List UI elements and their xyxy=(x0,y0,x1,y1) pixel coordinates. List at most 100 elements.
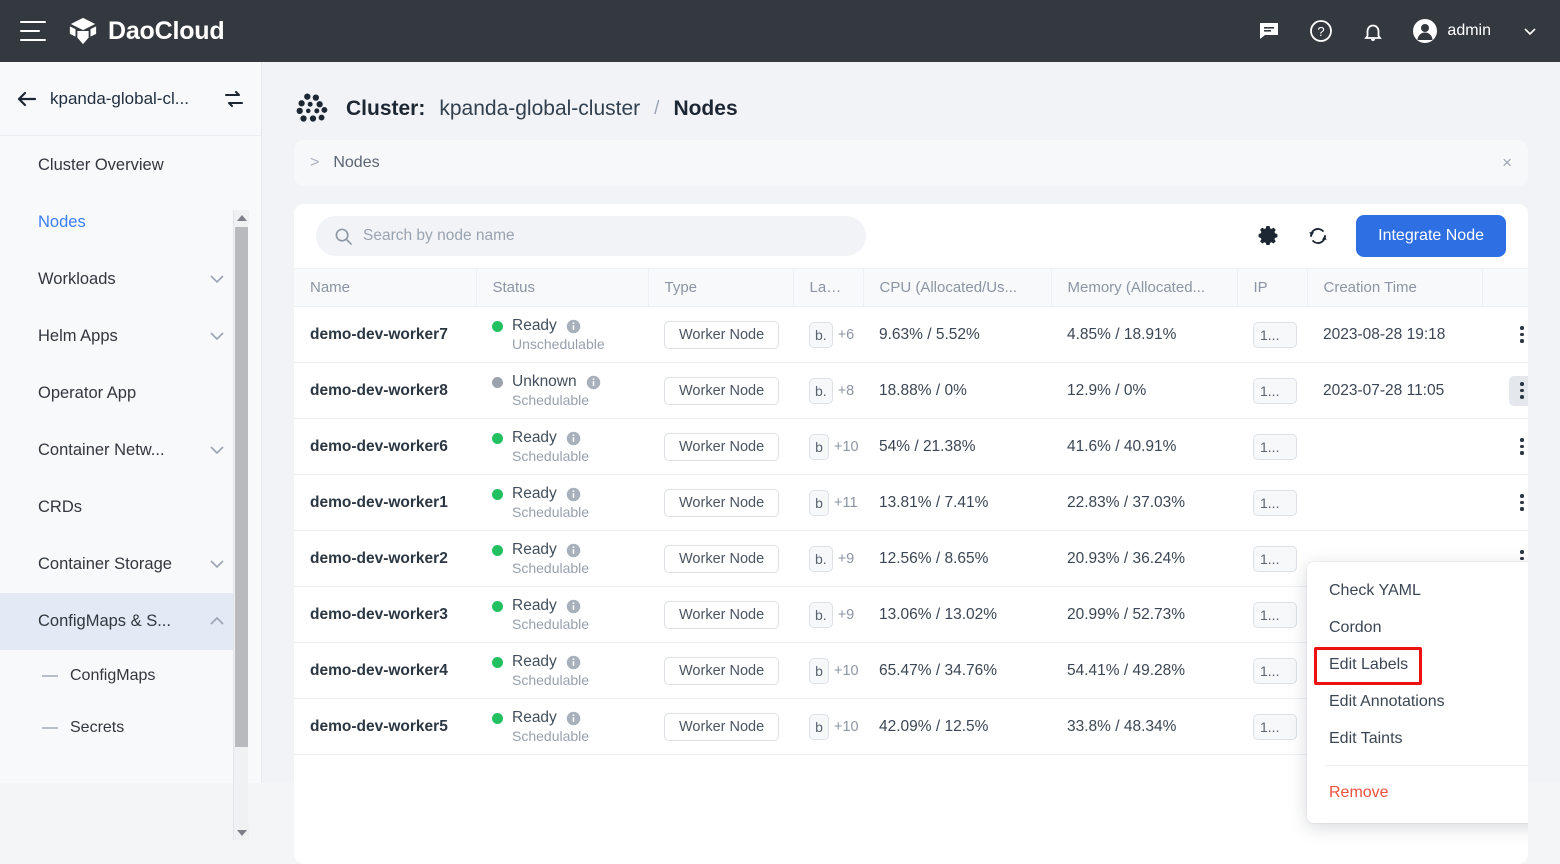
hamburger-menu-icon[interactable] xyxy=(20,21,46,41)
cell-ip[interactable]: 1... xyxy=(1237,307,1307,363)
search-input[interactable]: Search by node name xyxy=(316,216,866,256)
sidebar-item-nodes[interactable]: Nodes xyxy=(0,194,247,251)
ip-badge[interactable]: 1... xyxy=(1253,490,1297,516)
refresh-icon[interactable] xyxy=(1306,224,1330,248)
column-header-status[interactable]: Status xyxy=(476,269,648,307)
sidebar-item-container-network[interactable]: Container Netw... xyxy=(0,422,247,479)
gear-icon[interactable] xyxy=(1256,224,1280,248)
cell-ip[interactable]: 1... xyxy=(1237,587,1307,643)
sidebar-item-crds[interactable]: CRDs xyxy=(0,479,247,536)
label-badge[interactable]: b xyxy=(809,714,829,740)
label-badge[interactable]: b xyxy=(809,490,829,516)
cell-labels[interactable]: b.+8 xyxy=(793,363,863,419)
cell-node-name[interactable]: demo-dev-worker7 xyxy=(294,307,476,363)
menu-item-edit-annotations[interactable]: Edit Annotations xyxy=(1307,683,1528,720)
cell-node-name[interactable]: demo-dev-worker2 xyxy=(294,531,476,587)
ip-badge[interactable]: 1... xyxy=(1253,714,1297,740)
label-overflow-count[interactable]: +6 xyxy=(838,327,855,343)
label-overflow-count[interactable]: +11 xyxy=(834,495,858,511)
label-overflow-count[interactable]: +9 xyxy=(838,607,855,623)
cell-node-name[interactable]: demo-dev-worker8 xyxy=(294,363,476,419)
sidebar-subitem-secrets[interactable]: Secrets xyxy=(0,702,247,754)
brand-logo[interactable]: DaoCloud xyxy=(68,16,224,46)
switch-cluster-icon[interactable] xyxy=(223,88,245,110)
sidebar-item-operator-app[interactable]: Operator App xyxy=(0,365,247,422)
integrate-node-button[interactable]: Integrate Node xyxy=(1356,215,1506,257)
sidebar-item-cluster-overview[interactable]: Cluster Overview xyxy=(0,137,247,194)
menu-item-remove[interactable]: Remove xyxy=(1307,774,1528,811)
label-overflow-count[interactable]: +10 xyxy=(834,719,859,735)
label-overflow-count[interactable]: +9 xyxy=(838,551,855,567)
column-header-labels[interactable]: Lab... xyxy=(793,269,863,307)
bell-icon[interactable] xyxy=(1360,18,1386,44)
column-header-cpu[interactable]: CPU (Allocated/Us... xyxy=(863,269,1051,307)
cell-node-name[interactable]: demo-dev-worker5 xyxy=(294,699,476,755)
label-badge[interactable]: b xyxy=(809,434,829,460)
column-header-type[interactable]: Type xyxy=(648,269,793,307)
label-overflow-count[interactable]: +10 xyxy=(834,663,859,679)
menu-item-check-yaml[interactable]: Check YAML xyxy=(1307,572,1528,609)
row-actions-kebab-icon[interactable] xyxy=(1509,376,1528,406)
cell-ip[interactable]: 1... xyxy=(1237,363,1307,419)
user-menu[interactable]: admin xyxy=(1412,18,1538,44)
scroll-up-arrow-icon[interactable] xyxy=(234,210,249,225)
label-overflow-count[interactable]: +10 xyxy=(834,439,859,455)
column-header-memory[interactable]: Memory (Allocated... xyxy=(1051,269,1237,307)
tab-nodes[interactable]: Nodes xyxy=(333,154,379,172)
cell-ip[interactable]: 1... xyxy=(1237,699,1307,755)
info-icon[interactable] xyxy=(566,599,581,614)
chevron-right-icon[interactable]: > xyxy=(310,154,319,172)
ip-badge[interactable]: 1... xyxy=(1253,602,1297,628)
info-icon[interactable] xyxy=(566,487,581,502)
menu-item-edit-taints[interactable]: Edit Taints xyxy=(1307,720,1528,757)
row-actions-kebab-icon[interactable] xyxy=(1509,432,1528,462)
table-row[interactable]: demo-dev-worker7ReadyUnschedulableWorker… xyxy=(294,307,1528,363)
label-badge[interactable]: b. xyxy=(809,602,833,628)
chevron-down-icon[interactable] xyxy=(1522,23,1538,39)
ip-badge[interactable]: 1... xyxy=(1253,378,1297,404)
column-header-name[interactable]: Name xyxy=(294,269,476,307)
column-header-creation[interactable]: Creation Time xyxy=(1307,269,1482,307)
cell-labels[interactable]: b +10 xyxy=(793,643,863,699)
label-badge[interactable]: b xyxy=(809,658,829,684)
cell-node-name[interactable]: demo-dev-worker6 xyxy=(294,419,476,475)
scroll-down-arrow-icon[interactable] xyxy=(234,825,249,840)
table-row[interactable]: demo-dev-worker6ReadySchedulableWorker N… xyxy=(294,419,1528,475)
sidebar-item-configmaps-secrets[interactable]: ConfigMaps & S... xyxy=(0,593,247,650)
ip-badge[interactable]: 1... xyxy=(1253,322,1297,348)
table-row[interactable]: demo-dev-worker1ReadySchedulableWorker N… xyxy=(294,475,1528,531)
info-icon[interactable] xyxy=(586,375,601,390)
cell-node-name[interactable]: demo-dev-worker3 xyxy=(294,587,476,643)
close-icon[interactable]: × xyxy=(1502,153,1512,173)
cell-ip[interactable]: 1... xyxy=(1237,531,1307,587)
ip-badge[interactable]: 1... xyxy=(1253,434,1297,460)
table-row[interactable]: demo-dev-worker8UnknownSchedulableWorker… xyxy=(294,363,1528,419)
label-badge[interactable]: b. xyxy=(809,322,833,348)
ip-badge[interactable]: 1... xyxy=(1253,658,1297,684)
back-arrow-icon[interactable] xyxy=(14,86,40,112)
label-badge[interactable]: b. xyxy=(809,378,833,404)
sidebar-item-workloads[interactable]: Workloads xyxy=(0,251,247,308)
cell-labels[interactable]: b +11 xyxy=(793,475,863,531)
cell-node-name[interactable]: demo-dev-worker4 xyxy=(294,643,476,699)
cell-ip[interactable]: 1... xyxy=(1237,643,1307,699)
info-icon[interactable] xyxy=(566,543,581,558)
row-actions-kebab-icon[interactable] xyxy=(1509,320,1528,350)
cell-labels[interactable]: b. +6 xyxy=(793,307,863,363)
row-actions-kebab-icon[interactable] xyxy=(1509,488,1528,518)
help-icon[interactable]: ? xyxy=(1308,18,1334,44)
column-header-ip[interactable]: IP xyxy=(1237,269,1307,307)
menu-item-cordon[interactable]: Cordon xyxy=(1307,609,1528,646)
sidebar-scrollbar[interactable] xyxy=(233,210,248,840)
ip-badge[interactable]: 1... xyxy=(1253,546,1297,572)
cell-labels[interactable]: b. +9 xyxy=(793,587,863,643)
message-icon[interactable] xyxy=(1256,18,1282,44)
cell-labels[interactable]: b +10 xyxy=(793,699,863,755)
cell-ip[interactable]: 1... xyxy=(1237,475,1307,531)
info-icon[interactable] xyxy=(566,319,581,334)
cell-labels[interactable]: b.+9 xyxy=(793,531,863,587)
cell-ip[interactable]: 1... xyxy=(1237,419,1307,475)
sidebar-item-container-storage[interactable]: Container Storage xyxy=(0,536,247,593)
sidebar-item-helm-apps[interactable]: Helm Apps xyxy=(0,308,247,365)
info-icon[interactable] xyxy=(566,711,581,726)
